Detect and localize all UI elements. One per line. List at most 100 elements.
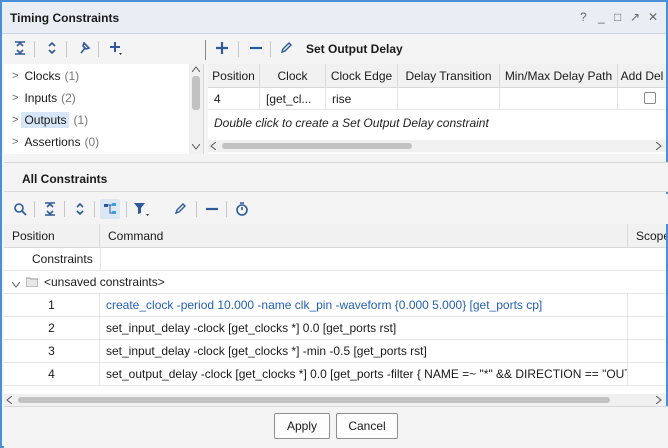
chevron-right-icon: > [12, 70, 19, 82]
scroll-left-icon[interactable] [6, 396, 12, 404]
cancel-button[interactable]: Cancel [336, 413, 398, 439]
column-header-min-max-delay-path[interactable]: Min/Max Delay Path [500, 64, 618, 88]
separator [34, 41, 35, 57]
constraint-tree: > Clocks (1) > Inputs (2) > Outputs (1) … [4, 64, 204, 154]
expand-all-icon[interactable] [42, 38, 62, 58]
column-header-position[interactable]: Position [4, 224, 100, 248]
cell-command[interactable]: set_output_delay -clock [get_clocks *] 0… [100, 363, 628, 386]
column-header-scope[interactable]: Scope [628, 224, 666, 248]
chevron-right-icon: > [12, 92, 19, 104]
cell-scope [628, 317, 666, 340]
tree-item-outputs[interactable]: > Outputs (1) [4, 110, 188, 130]
add-delay-checkbox[interactable] [644, 92, 656, 104]
table-row[interactable]: 2 set_input_delay -clock [get_clocks *] … [4, 317, 666, 340]
all-constraints-toolbar [4, 194, 668, 224]
title-bar: Timing Constraints ? _ □ ↗ ✕ [2, 2, 666, 34]
tree-item-label: Clocks [24, 69, 61, 83]
scrollbar-thumb[interactable] [192, 76, 200, 110]
group-label: <unsaved constraints> [44, 275, 165, 289]
float-icon[interactable]: ↗ [630, 10, 640, 24]
tree-item-assertions[interactable]: > Assertions (0) [4, 132, 188, 152]
chevron-right-icon: > [12, 136, 19, 148]
column-header-delay-transition[interactable]: Delay Transition [398, 64, 500, 88]
chevron-down-icon[interactable] [11, 277, 21, 291]
remove-constraint-icon[interactable] [246, 38, 266, 58]
edit-pencil-icon[interactable] [170, 199, 190, 219]
grid-horizontal-scrollbar[interactable] [208, 140, 666, 152]
all-constraints-table: Position Command Scope Constraints <unsa… [4, 224, 666, 394]
cell-add-delay [618, 88, 666, 110]
hierarchy-view-icon[interactable] [100, 199, 120, 219]
remove-icon[interactable] [202, 199, 222, 219]
scroll-left-icon[interactable] [210, 142, 216, 150]
collapse-all-icon[interactable] [10, 38, 30, 58]
cell-position: 2 [4, 317, 100, 340]
window-title: Timing Constraints [10, 11, 120, 25]
add-dropdown-icon[interactable] [106, 38, 126, 58]
separator [226, 201, 227, 217]
tree-item-inputs[interactable]: > Inputs (2) [4, 88, 188, 108]
collapse-all-icon[interactable] [40, 199, 60, 219]
column-header-add-delay[interactable]: Add Del [618, 64, 666, 88]
all-constraints-header: All Constraints [4, 162, 668, 192]
cell-min-max-delay-path[interactable] [500, 88, 618, 110]
cell-scope [628, 340, 666, 363]
separator [94, 201, 95, 217]
scroll-up-icon[interactable] [192, 66, 200, 72]
create-constraint-hint[interactable]: Double click to create a Set Output Dela… [214, 116, 489, 130]
separator [66, 41, 67, 57]
search-icon[interactable] [10, 199, 30, 219]
add-constraint-icon[interactable] [212, 38, 232, 58]
chevron-right-icon: > [12, 114, 19, 126]
scrollbar-thumb[interactable] [18, 397, 610, 403]
cell-clock[interactable]: [get_cl... [260, 88, 326, 110]
scroll-right-icon[interactable] [656, 396, 662, 404]
tree-scrollbar[interactable] [189, 64, 203, 154]
splitter-handle[interactable] [205, 40, 206, 60]
timer-icon[interactable] [232, 199, 252, 219]
scroll-down-icon[interactable] [192, 144, 200, 150]
cell-delay-transition[interactable] [398, 88, 500, 110]
column-header-position[interactable]: Position [208, 64, 260, 88]
constraints-row[interactable]: Constraints [4, 248, 666, 271]
tree-item-count: (2) [61, 91, 76, 105]
table-row[interactable]: 1 create_clock -period 10.000 -name clk_… [4, 294, 666, 317]
filter-dropdown-icon[interactable] [132, 199, 152, 219]
separator [196, 201, 197, 217]
folder-icon [25, 276, 39, 290]
scroll-right-icon[interactable] [656, 142, 662, 150]
cell-position[interactable]: 4 [208, 88, 260, 110]
tree-item-clocks[interactable]: > Clocks (1) [4, 66, 188, 86]
edit-pencil-icon[interactable] [276, 38, 296, 58]
separator [64, 201, 65, 217]
column-header-command[interactable]: Command [100, 224, 628, 248]
cell-command[interactable]: set_input_delay -clock [get_clocks *] -m… [100, 340, 628, 363]
cell-clock-edge[interactable]: rise [326, 88, 398, 110]
separator [98, 41, 99, 57]
separator [270, 41, 271, 57]
minimize-icon[interactable]: _ [598, 10, 605, 24]
expand-all-icon[interactable] [70, 199, 90, 219]
help-icon[interactable]: ? [580, 10, 587, 24]
column-header-clock[interactable]: Clock [260, 64, 326, 88]
scrollbar-thumb[interactable] [222, 143, 412, 149]
tree-item-count: (0) [84, 135, 100, 149]
table-row[interactable]: 3 set_input_delay -clock [get_clocks *] … [4, 340, 666, 363]
cell-command[interactable]: set_input_delay -clock [get_clocks *] 0.… [100, 317, 628, 340]
dialog-footer: Apply Cancel [4, 406, 668, 448]
column-header-clock-edge[interactable]: Clock Edge [326, 64, 398, 88]
apply-button[interactable]: Apply [274, 413, 330, 439]
pin-icon[interactable] [74, 38, 94, 58]
cell-command[interactable]: create_clock -period 10.000 -name clk_pi… [100, 294, 628, 317]
maximize-icon[interactable]: □ [614, 10, 621, 24]
tree-item-label: Outputs [21, 112, 70, 128]
group-row[interactable]: <unsaved constraints> [4, 271, 666, 294]
constraints-label: Constraints [32, 252, 93, 266]
separator [34, 201, 35, 217]
output-delay-grid: Position Clock Clock Edge Delay Transiti… [208, 64, 666, 154]
table-row[interactable]: 4 set_output_delay -clock [get_clocks *]… [4, 363, 666, 386]
table-horizontal-scrollbar[interactable] [4, 394, 666, 406]
close-icon[interactable]: ✕ [648, 10, 658, 24]
separator [126, 201, 127, 217]
cell-position: 1 [4, 294, 100, 317]
